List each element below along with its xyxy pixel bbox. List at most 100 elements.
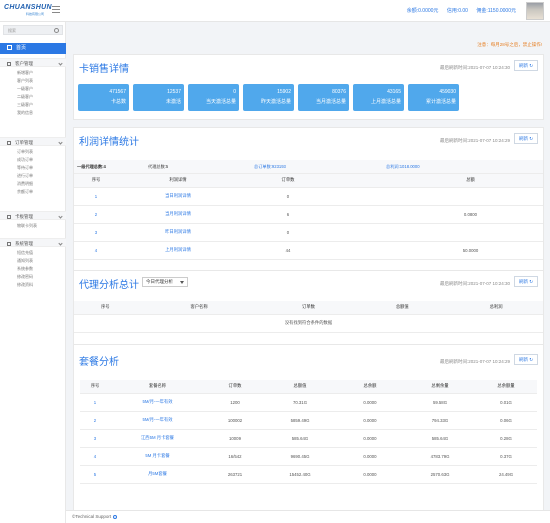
agent-period-select[interactable]: 今日代理分析 [142, 277, 188, 287]
sidebar-item[interactable]: 一级客户 [17, 86, 33, 92]
profit-title: 利润详情统计 [79, 137, 139, 148]
sidebar-item[interactable]: 等待订单 [17, 165, 33, 171]
table-row: 3 昨日利润详情 0 [74, 223, 543, 242]
profit-link[interactable]: 当月利润详情 [118, 205, 238, 224]
sidebar-item[interactable]: 订单列表 [17, 149, 33, 155]
dropdown-arrow-icon [180, 281, 184, 284]
table-row: 5 月5M套餐 263721 15452.40G 0.0000 2570.63G 24.49… [80, 465, 537, 484]
sidebar-item[interactable]: 消费明细 [17, 181, 33, 187]
stat-card-today: 0 当天激活总量 [188, 84, 239, 111]
footer: ©Technical Support [66, 510, 550, 523]
chevron-down-icon [58, 140, 63, 145]
sidebar-item[interactable]: 我的信息 [17, 110, 33, 116]
sidebar-item[interactable]: 客户列表 [17, 78, 33, 84]
sidebar-group-cards[interactable]: 卡板管理 [0, 211, 66, 220]
chevron-down-icon [58, 214, 63, 219]
package-title: 套餐分析 [79, 357, 119, 368]
sidebar-item-home[interactable]: 首页 [0, 43, 66, 54]
search-placeholder: 搜索 [8, 28, 16, 33]
sidebar-item[interactable]: 短信充值 [17, 250, 33, 256]
sidebar-item[interactable]: 物联卡列表 [17, 223, 37, 229]
top-bar: CHUANSHUN 科技有限公司 余额:0.0000元 信用:0.00 佣金:1… [0, 0, 550, 22]
stat-card-total: 471567 卡总数 [78, 84, 129, 111]
sidebar-item[interactable]: 新增客户 [17, 70, 33, 76]
sidebar-item[interactable]: 进行订单 [17, 173, 33, 179]
agent-refresh-button[interactable]: 刷新 ↻ [514, 276, 538, 287]
agent-table-wrap: 序号 客户名称 订单数 总额值 总利润 没有找到符合条件的数据 [74, 301, 543, 333]
account-stats: 余额:0.0000元 信用:0.00 佣金:1150.0000元 [400, 7, 516, 14]
user-avatar[interactable] [526, 2, 544, 20]
package-link[interactable]: 5M/月-一年有效 [110, 393, 205, 412]
profit-table: 序号 利润详情 订单数 总额 1 当日利润详情 0 2 当月利润详情 6 0.0800 3… [74, 174, 543, 260]
profit-link[interactable]: 当日利润详情 [118, 187, 238, 206]
agent-table: 序号 客户名称 订单数 总额值 总利润 没有找到符合条件的数据 [74, 301, 543, 333]
sidebar-item[interactable]: 二级客户 [17, 94, 33, 100]
credit-text[interactable]: 信用:0.00 [447, 8, 468, 14]
gear-icon [7, 241, 11, 246]
list-icon [7, 140, 11, 145]
hamburger-menu-icon[interactable] [52, 6, 60, 14]
bookmark-icon [7, 61, 11, 66]
balance-text[interactable]: 余额:0.0000元 [407, 8, 439, 14]
package-updated: 最后刷新时间:2021-07-07 10:24:29 [439, 359, 510, 364]
table-row: 没有找到符合条件的数据 [74, 314, 543, 333]
sidebar-group-customers[interactable]: 客户管理 [0, 58, 66, 67]
profit-panel: 利润详情统计 最后刷新时间:2021-07-07 10:24:29 刷新 ↻ 一… [73, 127, 544, 292]
agent-updated: 最后刷新时间:2021-07-07 10:24:30 [439, 281, 510, 286]
empty-message: 没有找到符合条件的数据 [74, 314, 543, 333]
sidebar-item[interactable]: 修改资料 [17, 282, 33, 288]
table-row: 4 5M 月卡套餐 16/542 9690.45G 0.0000 4783.79G 0.37… [80, 447, 537, 466]
sidebar-group-system[interactable]: 系统管理 [0, 238, 66, 247]
agent-title: 代理分析总计 [79, 280, 139, 291]
profit-link[interactable]: 昨日利润详情 [118, 223, 238, 242]
profit-link[interactable]: 上月利润详情 [118, 241, 238, 260]
sidebar-item[interactable]: 成功订单 [17, 157, 33, 163]
card-sales-refresh-button[interactable]: 刷新 ↻ [514, 60, 538, 71]
package-link[interactable]: 5M 月卡套餐 [110, 447, 205, 466]
sidebar: 搜索 首页 客户管理 新增客户 客户列表 一级客户 二级客户 三级客户 我的信息… [0, 22, 66, 523]
company-logo[interactable]: CHUANSHUN 科技有限公司 [4, 4, 52, 18]
search-icon[interactable] [54, 28, 59, 33]
package-table-wrap: 序号 套餐名称 订单数 总额值 总余额 总剩余量 总余额量 1 5M/月-一年有效… [80, 380, 537, 484]
home-icon [7, 45, 12, 51]
sidebar-item[interactable]: 三级客户 [17, 102, 33, 108]
stat-card-yesterday: 15902 昨天激活总量 [243, 84, 294, 111]
table-row: 3 江西5M 月卡套餐 10009 585.64G 0.0000 585.64G 0.28G [80, 429, 537, 448]
card-sales-title: 卡销售详情 [79, 64, 129, 75]
notice-text: 注意：每月28号之后，禁止操作! [477, 42, 542, 47]
sidebar-item[interactable]: 修改密码 [17, 274, 33, 280]
package-link[interactable]: 5M/月-一年有效 [110, 411, 205, 430]
package-table: 序号 套餐名称 订单数 总额值 总余额 总剩余量 总余额量 1 5M/月-一年有效… [80, 380, 537, 484]
table-header: 序号 客户名称 订单数 总额值 总利润 [74, 301, 543, 315]
stat-card-cumulative: 459030 累计激活总量 [408, 84, 459, 111]
table-row: 4 上月利润详情 44 50.0000 [74, 241, 543, 260]
sidebar-group-orders[interactable]: 订单管理 [0, 137, 66, 146]
profit-table-wrap: 一级代理总数:4 代理总数:5 总订单数:923193 总利润:1018.000… [74, 160, 543, 260]
commission-text[interactable]: 佣金:1150.0000元 [476, 8, 516, 14]
stat-card-month: 80376 当月激活总量 [298, 84, 349, 111]
search-box[interactable]: 搜索 [3, 25, 63, 35]
table-header: 序号 套餐名称 订单数 总额值 总余额 总剩余量 总余额量 [80, 380, 537, 394]
table-row: 2 当月利润详情 6 0.0800 [74, 205, 543, 224]
table-row: 1 当日利润详情 0 [74, 187, 543, 206]
sidebar-item[interactable]: 余额订单 [17, 189, 33, 195]
package-link[interactable]: 江西5M 月卡套餐 [110, 429, 205, 448]
table-row: 1 5M/月-一年有效 1200 70.31G 0.0000 59.58G 0.01G [80, 393, 537, 412]
card-icon [7, 214, 11, 219]
chevron-down-icon [58, 241, 63, 246]
stat-card-last-month: 43165 上月激活总量 [353, 84, 404, 111]
card-sales-updated: 最后刷新时间:2021-07-07 10:24:30 [439, 65, 510, 70]
package-link[interactable]: 月5M套餐 [110, 465, 205, 484]
table-row: 2 5M/月-一年有效 100002 5859.49G 0.0000 794.33G 0.0… [80, 411, 537, 430]
main-content: 注意：每月28号之后，禁止操作! 卡销售详情 最后刷新时间:2021-07-07… [66, 22, 550, 520]
profit-refresh-button[interactable]: 刷新 ↻ [514, 133, 538, 144]
support-icon [113, 514, 118, 519]
table-header: 序号 利润详情 订单数 总额 [74, 174, 543, 188]
package-refresh-button[interactable]: 刷新 ↻ [514, 354, 538, 365]
package-panel: 套餐分析 最后刷新时间:2021-07-07 10:24:29 刷新 ↻ 序号 … [73, 344, 544, 520]
sidebar-item[interactable]: 系统参数 [17, 266, 33, 272]
profit-summary-row: 一级代理总数:4 代理总数:5 总订单数:923193 总利润:1018.000… [74, 160, 543, 174]
sidebar-item[interactable]: 通知列表 [17, 258, 33, 264]
stat-card-inactive: 12537 未激活 [133, 84, 184, 111]
chevron-down-icon [58, 61, 63, 66]
